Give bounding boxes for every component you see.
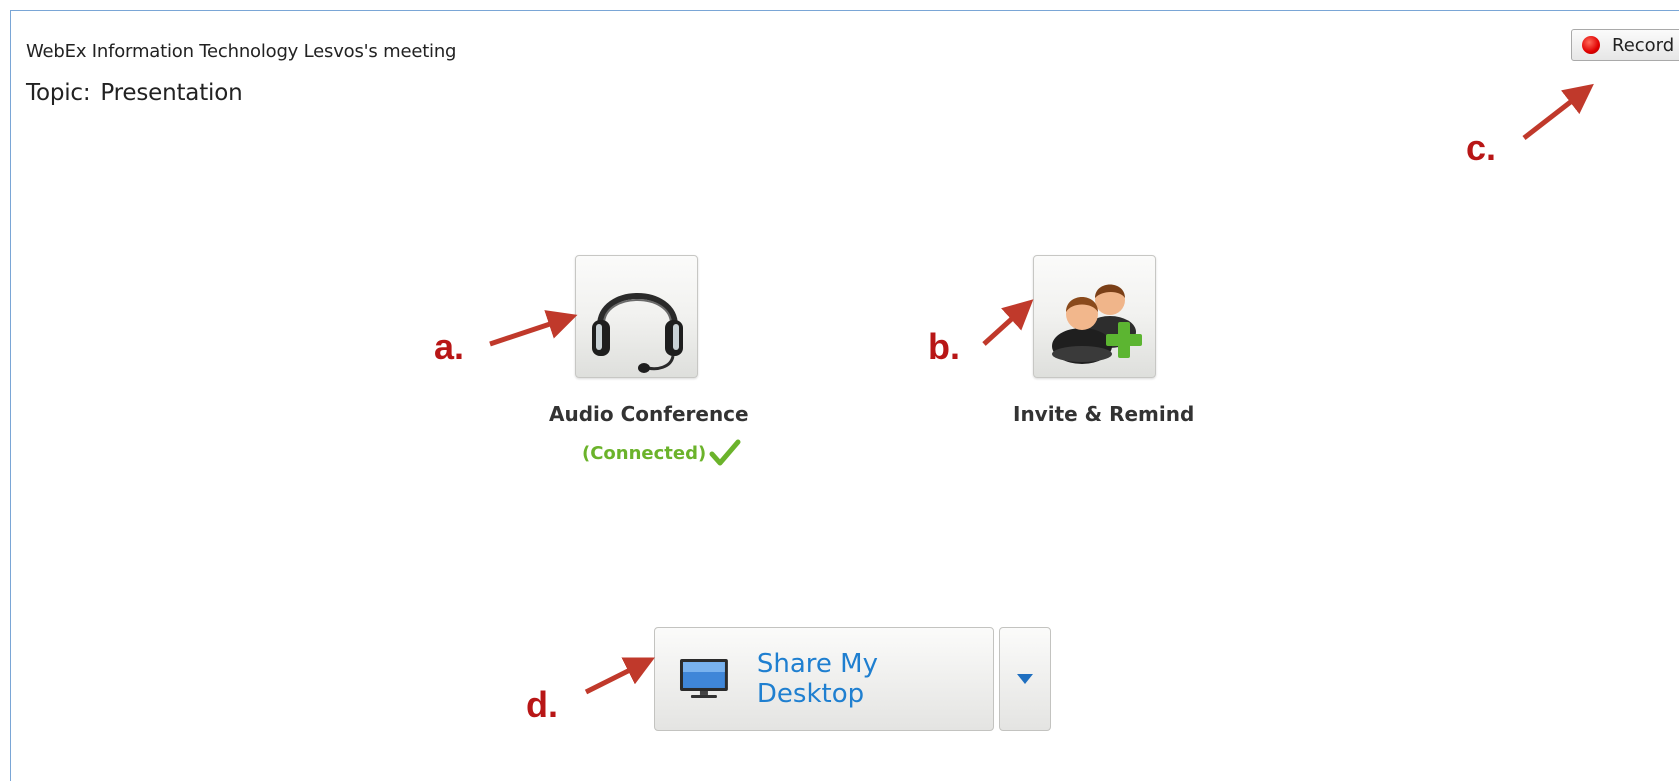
annotation-a: a.	[434, 326, 465, 367]
annotation-d: d.	[526, 684, 558, 725]
audio-conference-button[interactable]	[575, 255, 698, 378]
invite-remind-button[interactable]	[1033, 255, 1156, 378]
audio-status: (Connected)	[582, 439, 741, 467]
record-label: Record	[1612, 34, 1675, 56]
meeting-topic: Topic: Presentation	[26, 80, 243, 106]
audio-conference-label: Audio Conference	[549, 402, 749, 426]
topic-value: Presentation	[100, 80, 243, 106]
invite-remind-label: Invite & Remind	[1013, 402, 1195, 426]
audio-status-text: (Connected)	[582, 442, 707, 464]
headset-icon	[592, 293, 683, 373]
annotation-b: b.	[928, 326, 960, 367]
record-button[interactable]: Record	[1571, 29, 1679, 61]
share-desktop-label: Share My Desktop	[756, 649, 879, 709]
check-icon	[709, 439, 741, 466]
record-icon	[1582, 36, 1600, 54]
chevron-down-icon	[1017, 674, 1033, 684]
meeting-title: WebEx Information Technology Lesvos's me…	[26, 41, 457, 62]
share-options-dropdown[interactable]	[999, 627, 1051, 731]
monitor-icon	[679, 659, 728, 698]
share-desktop-button[interactable]: Share My Desktop	[654, 627, 994, 731]
topic-label: Topic:	[26, 80, 91, 106]
annotation-c: c.	[1466, 127, 1497, 168]
add-people-icon	[1052, 284, 1142, 364]
